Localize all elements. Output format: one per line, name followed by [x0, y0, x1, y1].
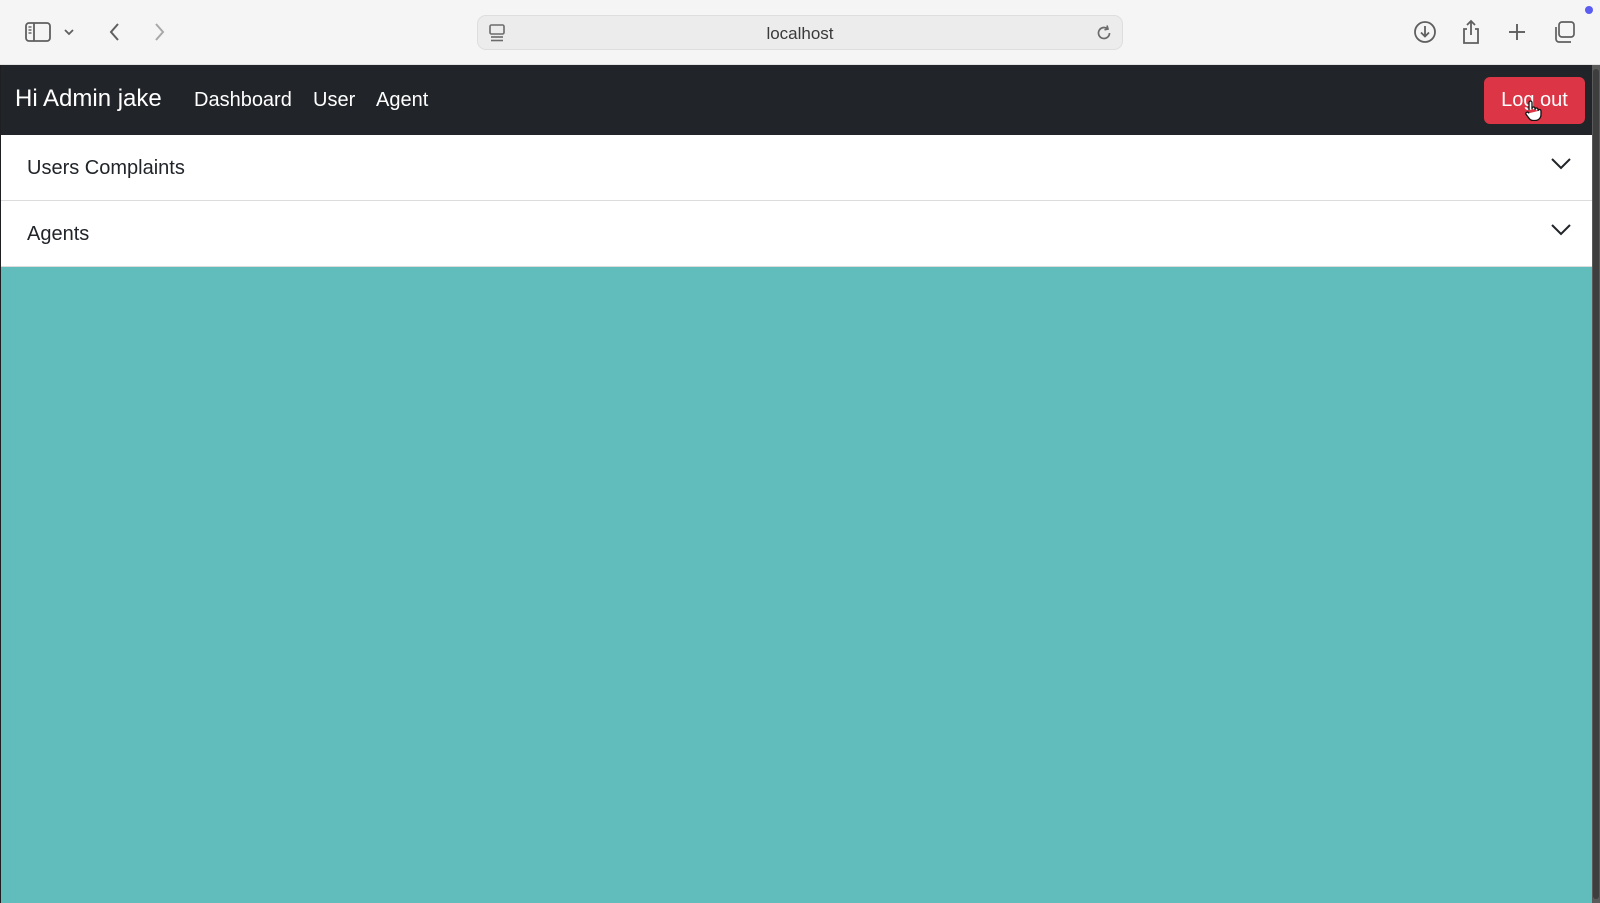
navbar: Hi Admin jake Dashboard User Agent Log o…	[1, 65, 1592, 135]
hand-cursor-icon	[1524, 99, 1542, 126]
chevron-left-icon	[109, 23, 119, 41]
accordion-item-agents[interactable]: Agents	[1, 201, 1592, 267]
sidebar-toggle-button[interactable]	[22, 16, 54, 48]
sidebar-menu-button[interactable]	[58, 16, 80, 48]
new-tab-button[interactable]	[1501, 16, 1533, 48]
accordion-title: Users Complaints	[27, 157, 185, 179]
downloads-button[interactable]	[1409, 16, 1441, 48]
address-text: localhost	[766, 24, 834, 43]
nav-link-dashboard[interactable]: Dashboard	[194, 89, 292, 112]
plus-icon	[1509, 24, 1525, 40]
browser-toolbar: localhost	[0, 0, 1600, 65]
download-icon	[1414, 21, 1436, 43]
tabs-icon	[1555, 21, 1575, 43]
scrollbar-thumb[interactable]	[1593, 69, 1599, 899]
chevron-down-icon[interactable]	[1550, 223, 1572, 242]
forward-button[interactable]	[143, 16, 175, 48]
notification-dot	[1585, 6, 1593, 14]
page-content: Hi Admin jake Dashboard User Agent Log o…	[0, 65, 1592, 903]
address-bar[interactable]: localhost	[477, 15, 1123, 50]
accordion-title: Agents	[27, 223, 90, 245]
accordion-item-users-complaints[interactable]: Users Complaints	[1, 135, 1592, 201]
chevron-right-icon	[155, 23, 165, 41]
chevron-down-icon[interactable]	[1550, 157, 1572, 176]
chevron-down-icon	[64, 29, 74, 36]
sidebar-icon	[25, 22, 51, 42]
navbar-brand[interactable]: Hi Admin jake	[15, 85, 162, 113]
accordion: Users Complaints Agents	[1, 135, 1592, 267]
back-button[interactable]	[99, 16, 131, 48]
reload-icon[interactable]	[1094, 23, 1114, 48]
share-icon	[1463, 19, 1479, 44]
scrollbar[interactable]	[1592, 65, 1600, 903]
tab-overview-button[interactable]	[1548, 16, 1580, 48]
nav-link-agent[interactable]: Agent	[376, 89, 428, 112]
nav-link-user[interactable]: User	[313, 89, 355, 112]
share-button[interactable]	[1455, 16, 1487, 48]
